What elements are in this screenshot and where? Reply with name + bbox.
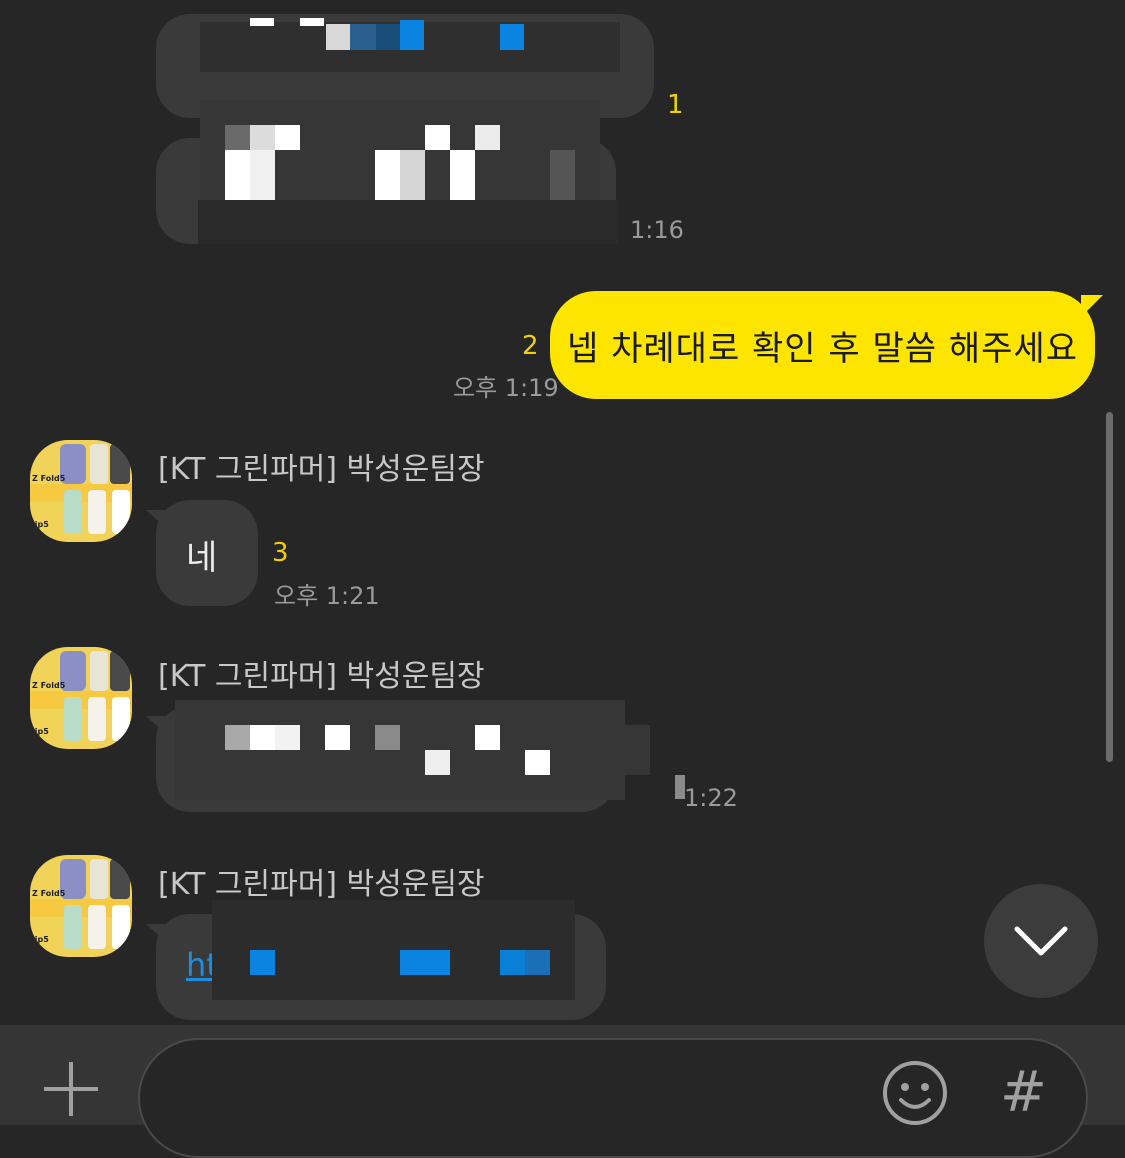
avatar-label: lip5 bbox=[32, 727, 49, 736]
message-time: 오후 1:21 bbox=[274, 582, 380, 610]
message-text: 네 bbox=[186, 538, 218, 578]
redacted-block bbox=[275, 725, 300, 750]
emoji-icon[interactable] bbox=[882, 1060, 948, 1126]
message-time: 1:16 bbox=[630, 216, 684, 244]
redacted-block bbox=[425, 125, 450, 150]
chevron-down-icon bbox=[1014, 926, 1068, 956]
message-text: 넵 차례대로 확인 후 말씀 해주세요 bbox=[567, 328, 1078, 369]
redacted-block bbox=[225, 150, 250, 200]
redacted-block bbox=[175, 700, 625, 800]
avatar-label: lip5 bbox=[32, 935, 49, 944]
sender-name[interactable]: [KT 그린파머] 박성운팀장 bbox=[158, 859, 485, 903]
redacted-block bbox=[475, 725, 500, 750]
redacted-block bbox=[275, 125, 300, 150]
redacted-block bbox=[525, 950, 550, 975]
message-time: 오후 1:19 bbox=[453, 374, 559, 402]
avatar-label: Z Fold5 bbox=[32, 681, 66, 690]
redacted-block bbox=[500, 950, 525, 975]
redacted-block bbox=[198, 200, 618, 244]
message-time: 1:22 bbox=[684, 784, 738, 812]
redacted-block bbox=[400, 20, 424, 50]
redacted-block bbox=[300, 18, 324, 26]
avatar-label: Z Fold5 bbox=[32, 889, 66, 898]
redacted-block bbox=[625, 725, 650, 775]
unread-count: 3 bbox=[272, 538, 289, 568]
avatar[interactable]: Z Fold5 lip5 bbox=[30, 855, 132, 957]
redacted-block bbox=[250, 725, 275, 750]
sender-name[interactable]: [KT 그린파머] 박성운팀장 bbox=[158, 444, 485, 488]
redacted-block bbox=[525, 750, 550, 775]
redacted-block bbox=[225, 125, 250, 150]
my-message-bubble[interactable]: 넵 차례대로 확인 후 말씀 해주세요 bbox=[550, 291, 1095, 399]
plus-icon[interactable] bbox=[40, 1058, 102, 1120]
chat-log[interactable]: 1 1:16 2 오후 1:19 넵 차례대로 확인 후 말씀 해주세요 Z F… bbox=[0, 0, 1125, 1025]
redacted-block bbox=[250, 950, 275, 975]
redacted-block bbox=[350, 24, 376, 50]
redacted-block bbox=[326, 24, 350, 50]
message-bubble[interactable]: 네 bbox=[156, 500, 258, 606]
redacted-block bbox=[375, 725, 400, 750]
scroll-to-bottom-button[interactable] bbox=[984, 884, 1098, 998]
redacted-block bbox=[400, 150, 425, 200]
redacted-block bbox=[375, 150, 400, 200]
unread-count: 1 bbox=[667, 90, 684, 120]
avatar-label: Z Fold5 bbox=[32, 474, 66, 483]
redacted-block bbox=[550, 150, 575, 200]
redacted-block bbox=[425, 750, 450, 775]
avatar[interactable]: Z Fold5 lip5 bbox=[30, 647, 132, 749]
scrollbar[interactable] bbox=[1106, 412, 1113, 762]
redacted-block bbox=[250, 150, 275, 200]
redacted-block bbox=[250, 125, 275, 150]
redacted-block bbox=[500, 24, 524, 50]
redacted-block bbox=[250, 18, 274, 26]
redacted-block bbox=[325, 725, 350, 750]
avatar[interactable]: Z Fold5 lip5 bbox=[30, 440, 132, 542]
redacted-block bbox=[376, 24, 400, 50]
avatar-label: lip5 bbox=[32, 520, 49, 529]
redacted-block bbox=[400, 950, 450, 975]
sender-name[interactable]: [KT 그린파머] 박성운팀장 bbox=[158, 651, 485, 695]
unread-count: 2 bbox=[522, 331, 539, 361]
hashtag-icon[interactable]: # bbox=[1000, 1060, 1047, 1125]
redacted-block bbox=[450, 150, 475, 200]
redacted-block bbox=[475, 125, 500, 150]
redacted-block bbox=[225, 725, 250, 750]
